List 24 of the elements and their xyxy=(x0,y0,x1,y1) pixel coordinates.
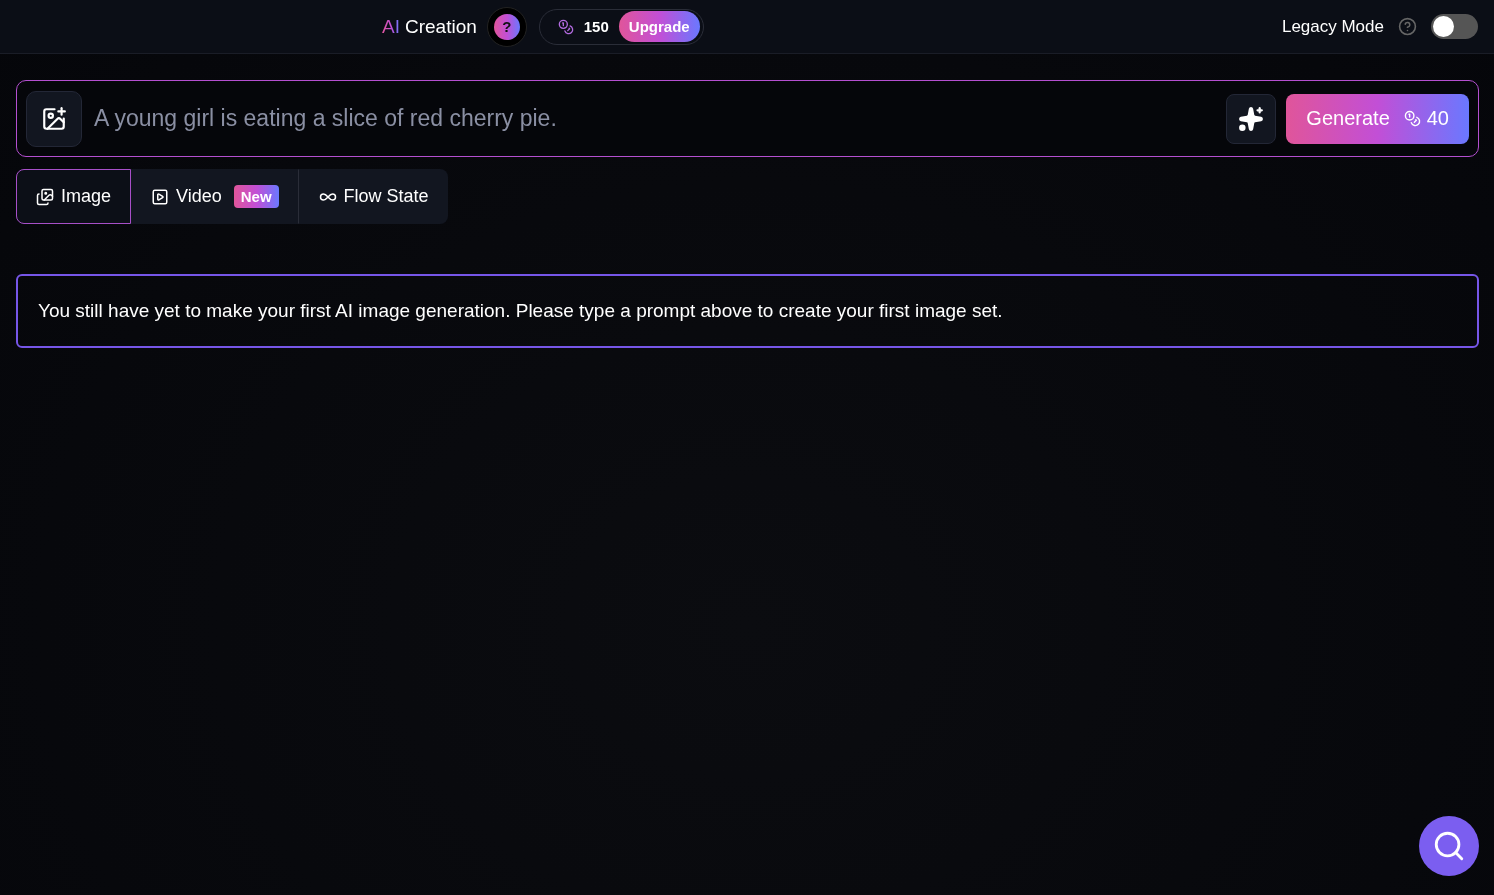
sparkle-button[interactable] xyxy=(1226,93,1277,144)
sparkles-icon xyxy=(1238,105,1265,132)
notice-text: You still have yet to make your first AI image generation. Please type a prompt above to create your first image set. xyxy=(38,300,1004,322)
image-plus-icon xyxy=(41,105,67,132)
mode-tab[interactable]: Flow State xyxy=(298,169,448,224)
add-image-button[interactable] xyxy=(26,90,82,147)
help-icon[interactable] xyxy=(1398,17,1417,36)
upgrade-button[interactable]: Upgrade xyxy=(618,11,700,42)
search-icon xyxy=(1432,829,1466,863)
mode-tab[interactable]: Video New xyxy=(131,169,299,224)
generate-button[interactable]: Generate 40 xyxy=(1286,93,1469,144)
new-badge: New xyxy=(233,185,279,208)
image-icon xyxy=(36,187,54,206)
video-icon xyxy=(151,187,170,206)
legacy-mode-toggle[interactable] xyxy=(1431,14,1478,39)
credits-count: 150 xyxy=(583,18,609,35)
prompt-field[interactable]: A young girl is eating a slice of red cherry pie. Generate 40 xyxy=(16,80,1479,157)
search-button[interactable] xyxy=(1419,816,1479,876)
help-button[interactable]: ? xyxy=(493,13,520,40)
coins-icon xyxy=(1403,110,1421,127)
page-title: AI Creation xyxy=(382,15,477,38)
coins-icon xyxy=(557,18,574,35)
legacy-mode-label: Legacy Mode xyxy=(1281,16,1384,37)
mode-tab[interactable]: Image xyxy=(16,169,132,224)
